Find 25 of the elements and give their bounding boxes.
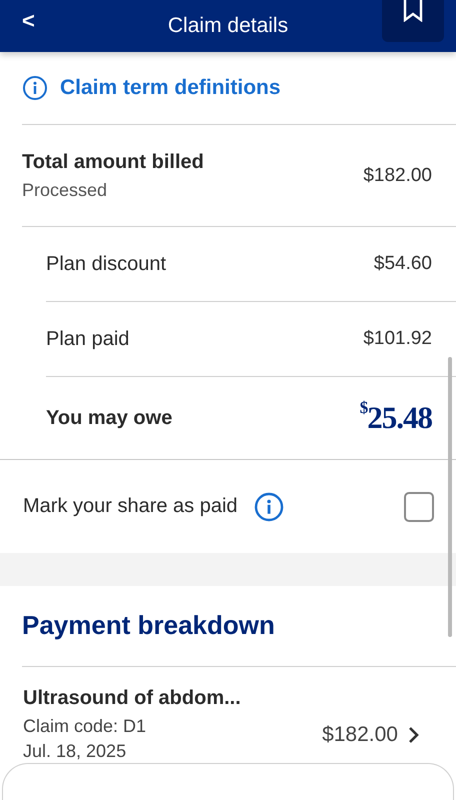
amount-text: $182.00 xyxy=(322,723,398,747)
claim-term-definitions-link[interactable]: Claim term definitions xyxy=(60,76,281,100)
info-icon[interactable] xyxy=(254,492,284,522)
bookmark-button[interactable] xyxy=(382,0,444,42)
mark-paid-label: Mark your share as paid xyxy=(23,495,238,518)
amount-text: $54.60 xyxy=(374,253,432,275)
amount-owed: $^{$}$25.48 xyxy=(360,400,432,436)
claim-item[interactable]: Ultrasound of abdom... Claim code: D1 Jul. 18, 2025 $182.00 xyxy=(0,667,456,763)
checkbox[interactable] xyxy=(404,492,434,522)
amount-text: $101.92 xyxy=(363,328,432,350)
page-title: Claim details xyxy=(168,14,288,38)
section-heading: Payment breakdown xyxy=(21,609,276,642)
item-title: Ultrasound of abdom... xyxy=(23,687,241,710)
bookmark-icon xyxy=(403,0,423,22)
item-date: Jul. 18, 2025 xyxy=(23,741,128,762)
line-label: Plan discount xyxy=(46,252,166,276)
status-text: Processed xyxy=(22,180,108,200)
amount-text: $182.00 xyxy=(363,164,432,186)
line-label: Plan paid xyxy=(46,328,130,350)
total-label: Total amount billed xyxy=(22,150,204,174)
info-icon xyxy=(22,75,48,101)
chevron-icon xyxy=(408,726,420,744)
back-button[interactable]: < xyxy=(22,8,35,34)
line-label: You may owe xyxy=(46,406,172,430)
claim-code: Claim code: D1 xyxy=(23,716,148,737)
